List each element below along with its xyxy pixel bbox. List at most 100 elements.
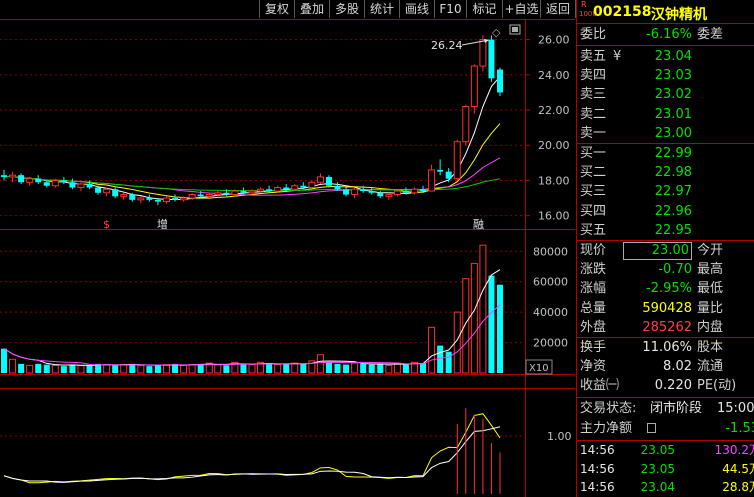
diamond-icon[interactable]: ◇ [492,26,501,39]
volume-bar [9,358,17,374]
indicator-axis-label: 1.00 [547,430,572,443]
volume-bar [86,365,93,373]
candle-body [402,191,409,193]
bid-price: 22.97 [654,184,692,200]
add-watchlist-button[interactable]: +自选 [502,0,540,18]
fundamental-value: 8.02 [663,359,692,375]
fundamental-value: 11.06% [642,340,692,355]
stock-name: 汉钟精机 [651,7,707,23]
volume-bar [18,363,25,373]
quote-label: 涨幅 [580,281,607,297]
marker-dollar: $ [103,218,110,231]
volume-bar [488,275,495,373]
mark-button[interactable]: 标记 [466,0,502,18]
price-axis: 26.00 24.00 22.00 20.00 18.00 16.00 [525,34,570,223]
candle-body [308,181,316,189]
tick-row: 14:56 23.04 28.8万 [577,478,754,497]
bid-price: 22.99 [654,146,692,161]
bid-price: 22.95 [654,222,692,238]
bid-row[interactable]: 买一 22.99 [577,144,754,163]
quote-value: -0.70 [658,262,692,278]
volume-bar [77,364,85,374]
fundamental-value: 0.220 [654,378,692,394]
volume-bar [402,363,409,373]
marker-rong: 融 [473,218,484,231]
candle-body [26,178,34,183]
ask-row[interactable]: 卖三 23.02 [577,85,754,104]
ask-row[interactable]: 卖四 23.03 [577,66,754,85]
multi-stock-button[interactable]: 多股 [329,0,364,18]
ask-price: 23.01 [654,106,692,122]
candle-body [146,198,153,200]
candle-body [437,169,444,172]
volume-bar [283,363,290,373]
stock-header: R 1000 002158 汉钟精机 [579,1,754,24]
quote-row: 涨幅 -2.95% 最低 [577,279,754,298]
ask-price: 23.00 [654,125,692,141]
volume-bar [69,364,76,373]
ask-price: 23.03 [654,68,692,84]
volume-bar [300,363,307,373]
candle-body [343,189,350,195]
volume-bar [248,364,256,374]
candle-body [393,190,401,196]
candle-body [325,176,332,186]
volume-bar [43,364,50,373]
weibi-row: 委比 -6.16% 委差 [577,25,754,44]
restore-rights-button[interactable]: 复权 [259,0,294,18]
bid-row[interactable]: 买二 22.98 [577,163,754,182]
bid-row[interactable]: 买五 22.95 [577,221,754,240]
weibi-label: 委比 [580,27,607,42]
volume-bar [437,345,444,373]
main-flow-row[interactable]: 主力净额 -1.53 [577,419,754,438]
volume-bar [479,244,487,374]
candle-body [368,191,375,193]
candle-body [428,169,436,192]
ask-row[interactable]: 卖一 23.00 [577,124,754,143]
grid-icon[interactable] [647,423,656,433]
volume-axis-label: 40000 [533,306,568,319]
bid-price: 22.96 [654,203,692,219]
ask-label: 卖三 [580,87,607,103]
back-button[interactable]: 返回 [540,0,576,18]
price-axis-label: 20.00 [538,139,570,152]
volume-bar [360,363,367,373]
quote-label: 涨跌 [580,262,607,278]
window-toggle-icon-inner [512,27,518,32]
tick-row: 14:56 23.05 44.5万 [577,460,754,479]
overlay-button[interactable]: 叠加 [294,0,329,18]
candles [1,35,503,206]
volume-bar [316,354,324,374]
kline-chart[interactable]: 26.00 24.00 22.00 20.00 18.00 16.00 80000 6000… [0,19,575,497]
statistics-button[interactable]: 统计 [364,0,399,18]
volume-bar [35,363,42,373]
trade-status-value: 闭市阶段 [650,401,703,416]
ask-price: 23.04 [654,49,692,64]
bid-label: 买三 [580,184,607,200]
bid-price: 22.98 [654,165,692,181]
bid-label: 买四 [580,203,607,219]
ask-label: 卖四 [580,68,607,84]
ask-row[interactable]: 卖五 ¥ 23.04 [577,47,754,66]
draw-line-button[interactable]: 画线 [399,0,434,18]
candle-body [266,189,273,192]
candle-body [137,197,145,201]
chart-toolbar: 复权 叠加 多股 统计 画线 F10 标记 +自选 返回 [0,0,576,19]
volume-ma-line [3,269,501,366]
volume-axis-label: 80000 [533,245,568,258]
fundamental-row: 净资 8.02 流通 [577,357,754,376]
quote-label: 现价 [580,243,607,258]
ask-row[interactable]: 卖二 23.01 [577,105,754,124]
bid-row[interactable]: 买三 22.97 [577,182,754,201]
f10-button[interactable]: F10 [434,0,466,18]
volume-bar [1,348,7,373]
candle-body [35,178,42,183]
volume-bar [462,278,470,374]
volume-bar [180,364,188,374]
bid-row[interactable]: 买四 22.96 [577,202,754,221]
candle-body [497,69,503,93]
candle-body [291,185,299,190]
volume-axis-label: 20000 [533,337,568,350]
stock-code: 002158 [593,4,652,20]
candle-body [240,191,247,193]
